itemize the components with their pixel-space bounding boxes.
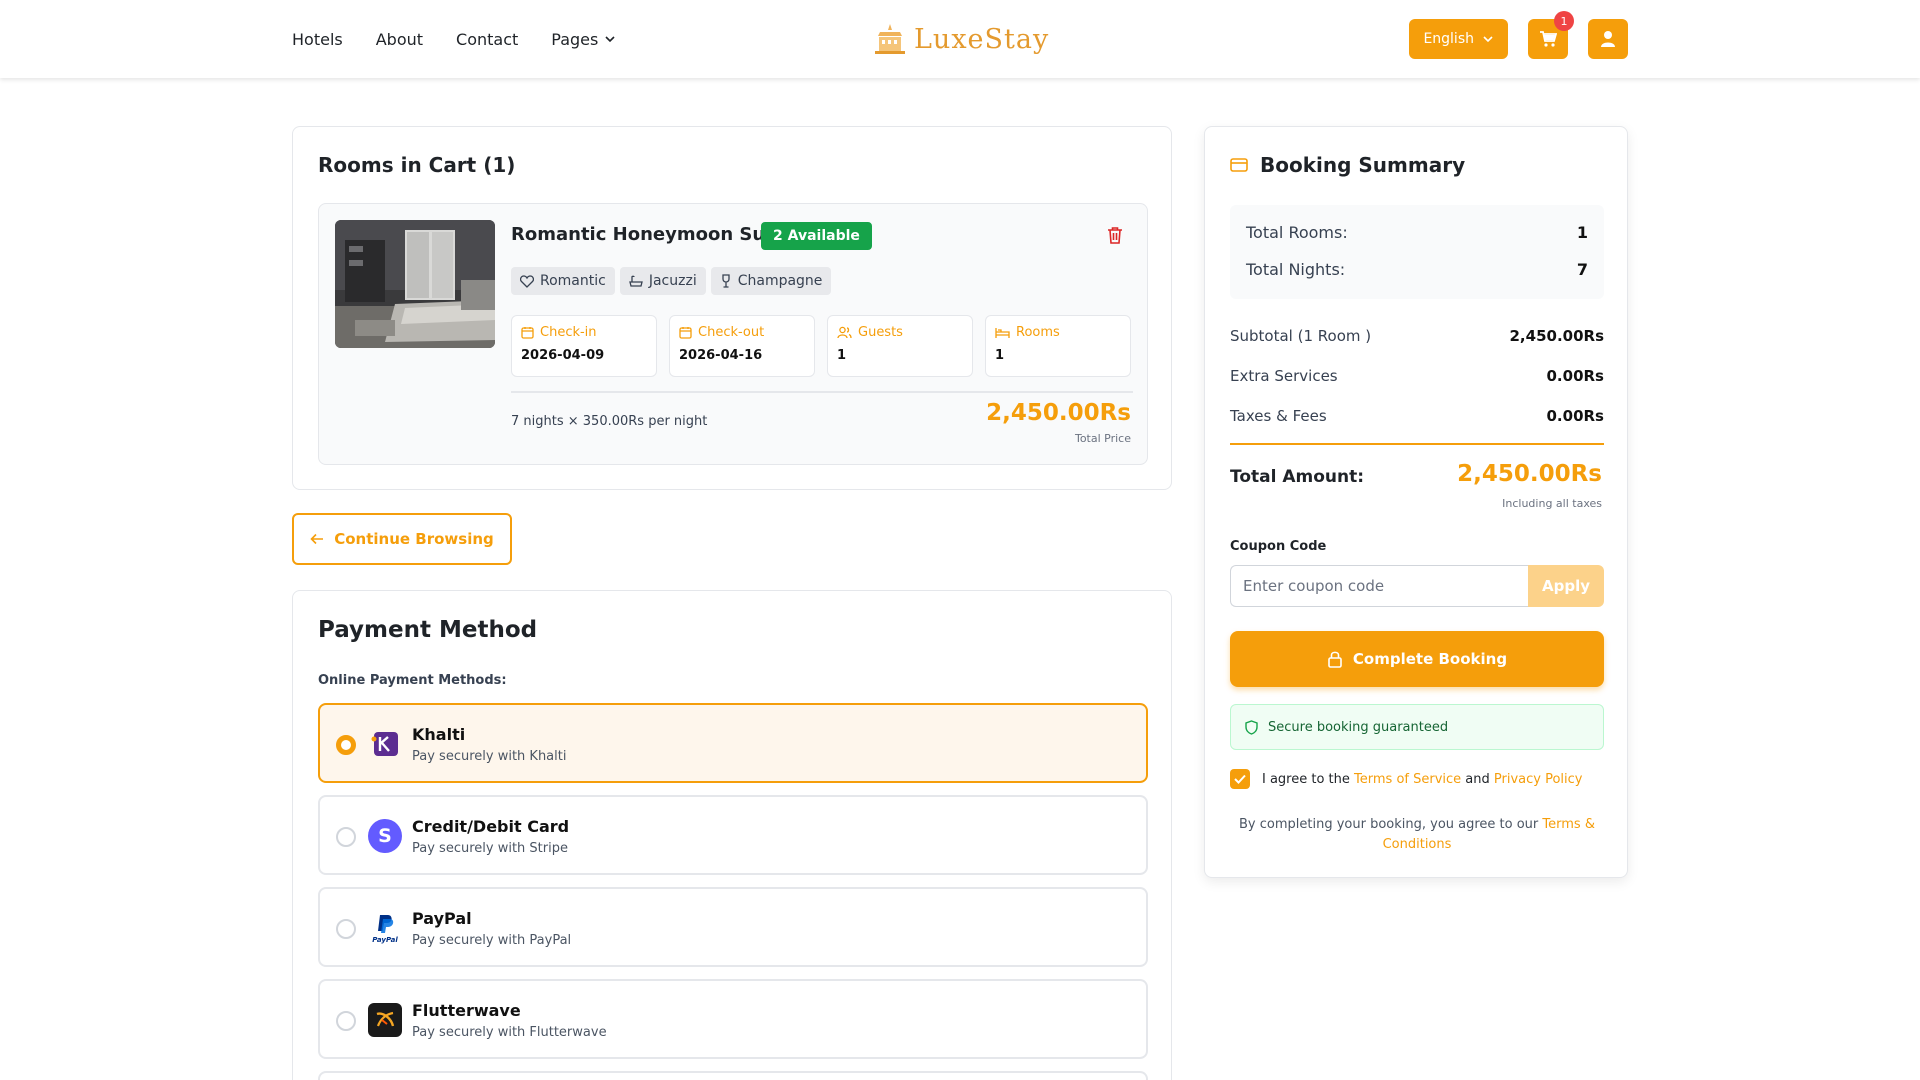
cart-room-item: Romantic Honeymoon Suite 2 Available Rom… xyxy=(318,203,1148,465)
continue-browsing-button[interactable]: Continue Browsing xyxy=(292,513,512,565)
user-button[interactable] xyxy=(1588,19,1628,59)
payment-option-flutterwave[interactable]: Flutterwave Pay securely with Flutterwav… xyxy=(318,979,1148,1059)
calendar-icon xyxy=(521,327,534,339)
radio-paypal[interactable] xyxy=(336,919,356,939)
total-amount-value: 2,450.00Rs xyxy=(1457,461,1602,487)
hotel-logo-icon xyxy=(875,24,905,54)
room-total-price: 2,450.00Rs xyxy=(986,400,1131,426)
header-actions: English 1 xyxy=(1409,11,1628,59)
khalti-logo-icon xyxy=(368,727,402,761)
radio-khalti[interactable] xyxy=(336,735,356,755)
payment-option-paypal[interactable]: PayPal PayPal Pay securely with PayPal xyxy=(318,887,1148,967)
tag-jacuzzi: Jacuzzi xyxy=(619,267,706,295)
summary-counts: Total Rooms: 1 Total Nights: 7 xyxy=(1230,205,1604,299)
stat-check-in: Check-in 2026-04-09 xyxy=(511,315,657,377)
chevron-down-icon xyxy=(605,36,615,43)
cart-icon xyxy=(1540,31,1557,47)
total-rooms-value: 1 xyxy=(1576,223,1588,242)
svg-text:PayPal: PayPal xyxy=(372,936,398,944)
nights-breakdown: 7 nights × 350.00Rs per night xyxy=(511,414,708,429)
paypal-logo-icon: PayPal xyxy=(368,911,402,945)
room-divider xyxy=(511,391,1133,393)
remove-room-button[interactable] xyxy=(1107,226,1123,248)
trash-icon xyxy=(1108,227,1122,244)
radio-flutterwave[interactable] xyxy=(336,1011,356,1031)
payment-option-khalti[interactable]: Khalti Pay securely with Khalti xyxy=(318,703,1148,783)
heart-icon xyxy=(520,274,534,288)
terms-agreement: I agree to the Terms of Service and Priv… xyxy=(1230,769,1583,789)
nav-hotels[interactable]: Hotels xyxy=(292,30,343,49)
payment-title: Payment Method xyxy=(318,617,538,643)
total-nights-value: 7 xyxy=(1576,260,1588,279)
radio-card[interactable] xyxy=(336,827,356,847)
coupon-input[interactable] xyxy=(1230,565,1528,607)
apply-coupon-button[interactable]: Apply xyxy=(1528,565,1604,607)
payment-option-partial[interactable] xyxy=(318,1071,1148,1080)
room-total-price-label: Total Price xyxy=(1074,432,1131,445)
stat-check-out: Check-out 2026-04-16 xyxy=(669,315,815,377)
payment-subtitle: Online Payment Methods: xyxy=(318,673,507,688)
total-amount-note: Including all taxes xyxy=(1502,497,1602,510)
availability-badge: 2 Available xyxy=(761,222,872,250)
chevron-down-icon xyxy=(1483,36,1493,43)
nav-pages[interactable]: Pages xyxy=(551,30,616,49)
check-icon xyxy=(1234,774,1246,784)
rooms-in-cart-card: Rooms in Cart (1) Romantic Honeymoon Sui… xyxy=(292,126,1172,490)
bed-icon xyxy=(995,327,1010,338)
calendar-icon xyxy=(679,327,692,339)
users-icon xyxy=(837,326,852,339)
room-name[interactable]: Romantic Honeymoon Suite xyxy=(511,224,792,245)
booking-summary-card: Booking Summary Total Rooms: 1 Total Nig… xyxy=(1204,126,1628,878)
nav-contact[interactable]: Contact xyxy=(456,30,518,49)
stat-rooms: Rooms 1 xyxy=(985,315,1131,377)
bath-icon xyxy=(629,275,643,287)
subtotal-value: 2,450.00Rs xyxy=(1509,327,1605,345)
privacy-policy-link[interactable]: Privacy Policy xyxy=(1494,772,1583,787)
main-nav: Hotels About Contact Pages xyxy=(292,0,616,78)
coupon-label: Coupon Code xyxy=(1230,539,1327,554)
total-amount-label: Total Amount: xyxy=(1230,467,1365,487)
nav-about[interactable]: About xyxy=(376,30,423,49)
room-stats: Check-in 2026-04-09 Check-out 2026-04-16… xyxy=(511,315,1131,377)
secure-booking-note: Secure booking guaranteed xyxy=(1230,704,1604,750)
coupon-group: Apply xyxy=(1230,565,1604,607)
complete-booking-button[interactable]: Complete Booking xyxy=(1230,631,1604,687)
stat-guests: Guests 1 xyxy=(827,315,973,377)
summary-divider xyxy=(1230,443,1604,445)
credit-card-icon xyxy=(1230,158,1248,172)
arrow-left-icon xyxy=(310,533,324,545)
room-tags: Romantic Jacuzzi Champagne xyxy=(511,267,832,295)
stripe-logo-icon: S xyxy=(368,819,402,853)
logo-text: LuxeStay xyxy=(914,23,1050,55)
language-select[interactable]: English xyxy=(1409,19,1508,59)
payment-option-card[interactable]: S Credit/Debit Card Pay securely with St… xyxy=(318,795,1148,875)
summary-title: Booking Summary xyxy=(1230,153,1465,177)
wine-glass-icon xyxy=(722,274,730,288)
taxes-value: 0.00Rs xyxy=(1546,407,1605,425)
top-header: Hotels About Contact Pages LuxeStay Engl… xyxy=(0,0,1920,78)
terms-of-service-link[interactable]: Terms of Service xyxy=(1354,772,1461,787)
shield-icon xyxy=(1245,719,1258,735)
tag-champagne: Champagne xyxy=(710,267,832,295)
cart-title: Rooms in Cart (1) xyxy=(318,153,516,177)
payment-method-card: Payment Method Online Payment Methods: K… xyxy=(292,590,1172,1080)
cart-count-badge: 1 xyxy=(1554,11,1574,31)
lock-icon xyxy=(1328,651,1342,668)
flutterwave-logo-icon xyxy=(368,1003,402,1037)
user-icon xyxy=(1601,31,1615,47)
room-image xyxy=(335,220,495,348)
brand-logo[interactable]: LuxeStay xyxy=(872,19,1049,59)
tag-romantic: Romantic xyxy=(511,267,615,295)
booking-fine-print: By completing your booking, you agree to… xyxy=(1239,817,1595,852)
extra-services-value: 0.00Rs xyxy=(1546,367,1605,385)
terms-checkbox[interactable] xyxy=(1230,769,1250,789)
cart-button[interactable]: 1 xyxy=(1528,11,1574,59)
